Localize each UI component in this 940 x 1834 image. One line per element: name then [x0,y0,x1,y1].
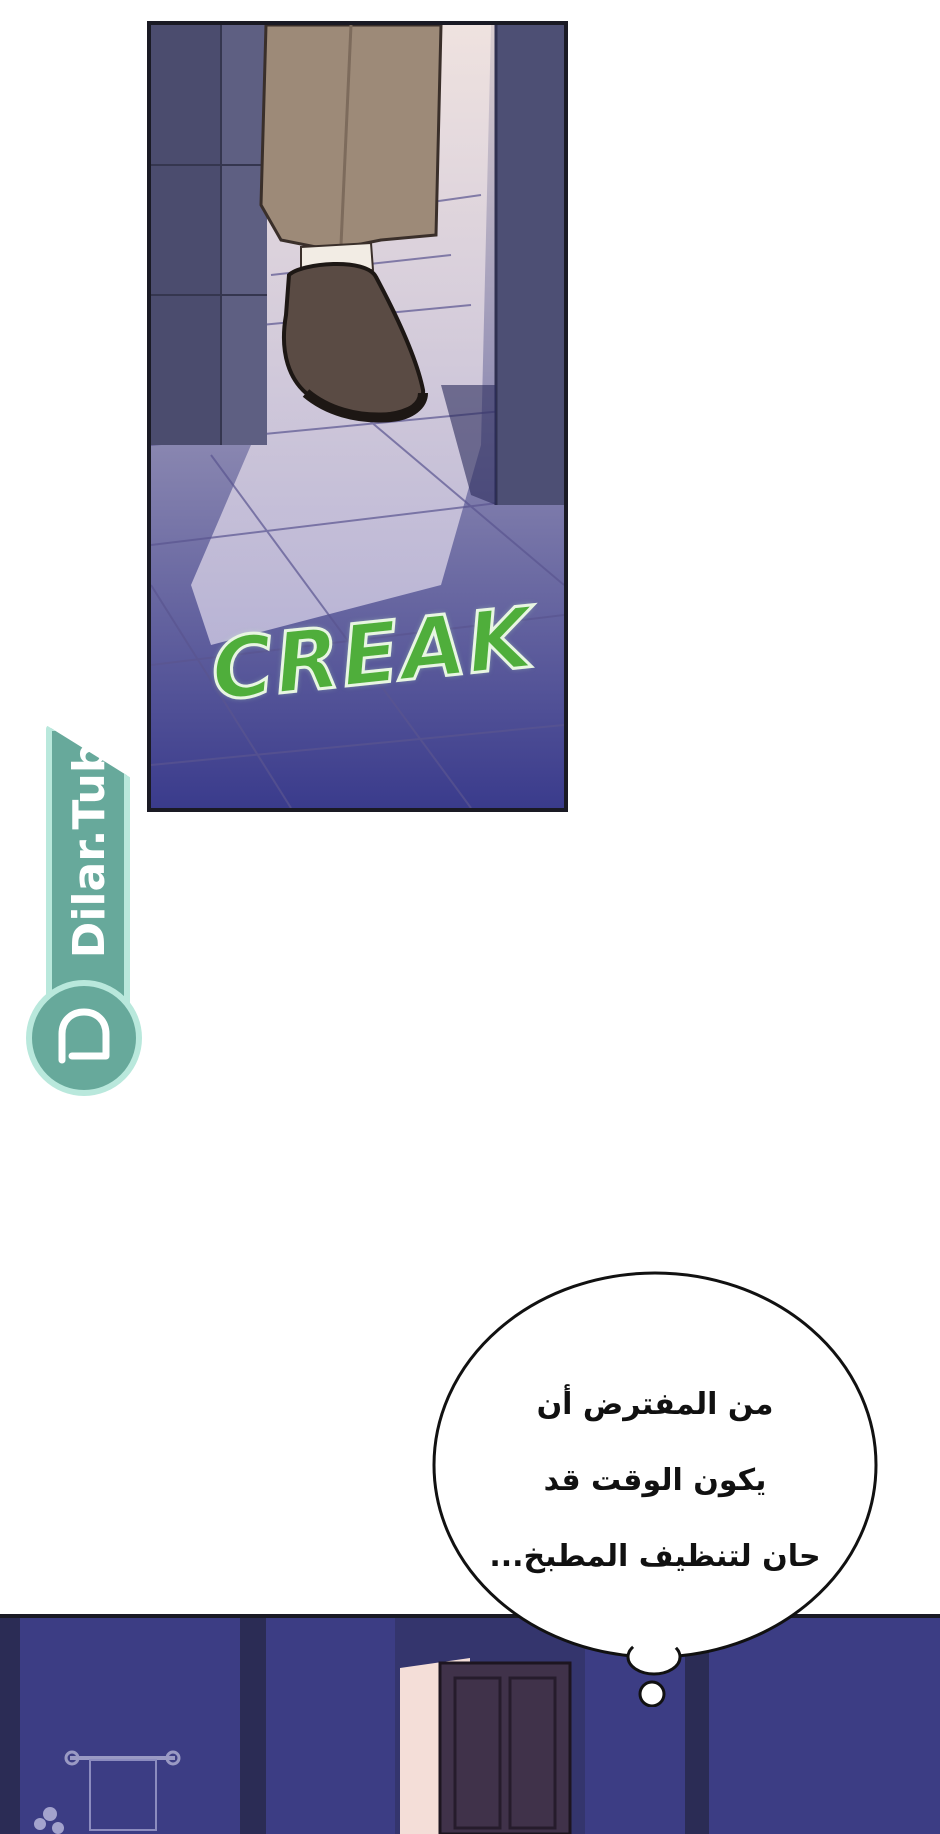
watermark: Dilar.Tube [26,712,146,1105]
speech-bubble: من المفترض أن يكون الوقت قد حان لتنظيف ا… [428,1267,882,1707]
dilar-logo-icon [26,980,142,1096]
speech-line-3: حان لتنظيف المطبخ... [489,1539,821,1574]
comic-panel-doorway: CREAK [147,21,568,812]
speech-bubble-text: من المفترض أن يكون الوقت قد حان لتنظيف ا… [468,1367,842,1595]
speech-line-2: يكون الوقت قد [543,1463,767,1498]
speech-line-1: من المفترض أن [536,1387,774,1422]
watermark-text: Dilar.Tube [64,711,115,959]
